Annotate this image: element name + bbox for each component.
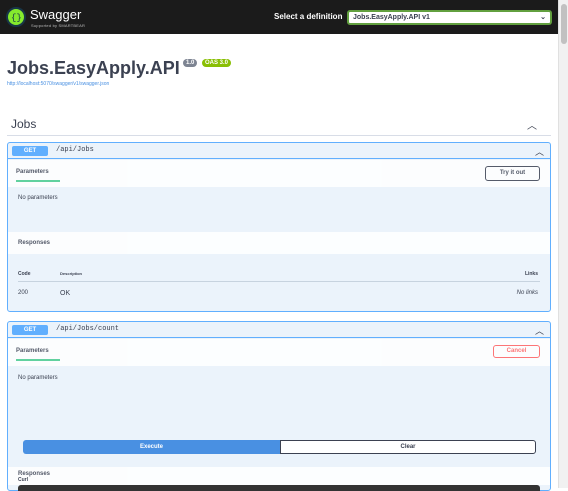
col-code: Code — [18, 271, 31, 277]
col-description: Description — [60, 271, 83, 276]
operation-header[interactable]: GET /api/Jobs/count ︿ — [8, 322, 550, 338]
chevron-up-icon[interactable]: ︿ — [527, 117, 537, 132]
responses-title: Responses — [18, 240, 51, 246]
method-badge: GET — [12, 146, 48, 156]
chevron-up-icon[interactable]: ︿ — [535, 145, 544, 158]
section-jobs[interactable]: Jobs ︿ — [7, 112, 551, 136]
response-links: No links — [516, 290, 538, 296]
execute-button[interactable]: Execute — [23, 440, 280, 454]
chevron-up-icon[interactable]: ︿ — [535, 324, 544, 337]
no-parameters-text: No parameters — [18, 195, 58, 201]
operation-header[interactable]: GET /api/Jobs ︿ — [8, 143, 550, 159]
responses-table-header: Code Description Links — [18, 268, 540, 282]
chevron-down-icon: ⌄ — [540, 14, 546, 21]
svg-text:{}: {} — [11, 13, 22, 23]
operation-get-jobs-count: GET /api/Jobs/count ︿ Parameters Cancel … — [7, 321, 551, 491]
no-parameters-text: No parameters — [18, 375, 58, 381]
clear-button[interactable]: Clear — [280, 440, 536, 454]
method-badge: GET — [12, 325, 48, 335]
parameters-bar: Parameters Try it out — [8, 160, 550, 187]
table-row: 200 OK No links — [18, 288, 540, 302]
swagger-logo-icon: {} — [6, 7, 26, 27]
scrollbar[interactable] — [558, 0, 568, 488]
responses-bar: Responses — [8, 232, 550, 254]
curl-label: Curl — [18, 477, 28, 483]
try-it-out-button[interactable]: Try it out — [485, 166, 540, 181]
api-title: Jobs.EasyApply.API — [7, 58, 180, 78]
tab-parameters[interactable]: Parameters — [16, 348, 60, 361]
col-links: Links — [524, 271, 538, 277]
definition-select[interactable]: Jobs.EasyApply.API v1 ⌄ — [347, 10, 552, 25]
response-description: OK — [60, 290, 71, 297]
operation-get-jobs: GET /api/Jobs ︿ Parameters Try it out No… — [7, 142, 551, 312]
curl-code-block — [18, 485, 540, 491]
oas-badge: OAS 3.0 — [202, 59, 232, 67]
parameters-bar: Parameters Cancel — [8, 339, 550, 366]
definition-value: Jobs.EasyApply.API v1 — [353, 14, 430, 21]
response-code: 200 — [18, 290, 29, 296]
main-content: Jobs.EasyApply.API 1.0 OAS 3.0 http://lo… — [0, 34, 558, 491]
operation-path: /api/Jobs/count — [56, 325, 120, 333]
top-bar: {} Swagger Supported by SMARTBEAR Select… — [0, 0, 558, 34]
api-spec-link[interactable]: http://localhost:5070/swagger/v1/swagger… — [7, 81, 109, 87]
scrollbar-thumb[interactable] — [561, 4, 567, 44]
execute-wrapper: Execute Clear — [23, 440, 536, 454]
logo-subtext: Supported by SMARTBEAR — [31, 23, 86, 28]
version-badge: 1.0 — [183, 59, 198, 67]
operation-path: /api/Jobs — [56, 146, 94, 154]
section-title: Jobs — [11, 117, 37, 131]
tab-parameters[interactable]: Parameters — [16, 169, 60, 182]
definition-label: Select a definition — [274, 12, 343, 21]
logo-text: Swagger — [30, 7, 82, 22]
responses-bar: Responses — [8, 467, 550, 485]
cancel-button[interactable]: Cancel — [493, 345, 540, 358]
